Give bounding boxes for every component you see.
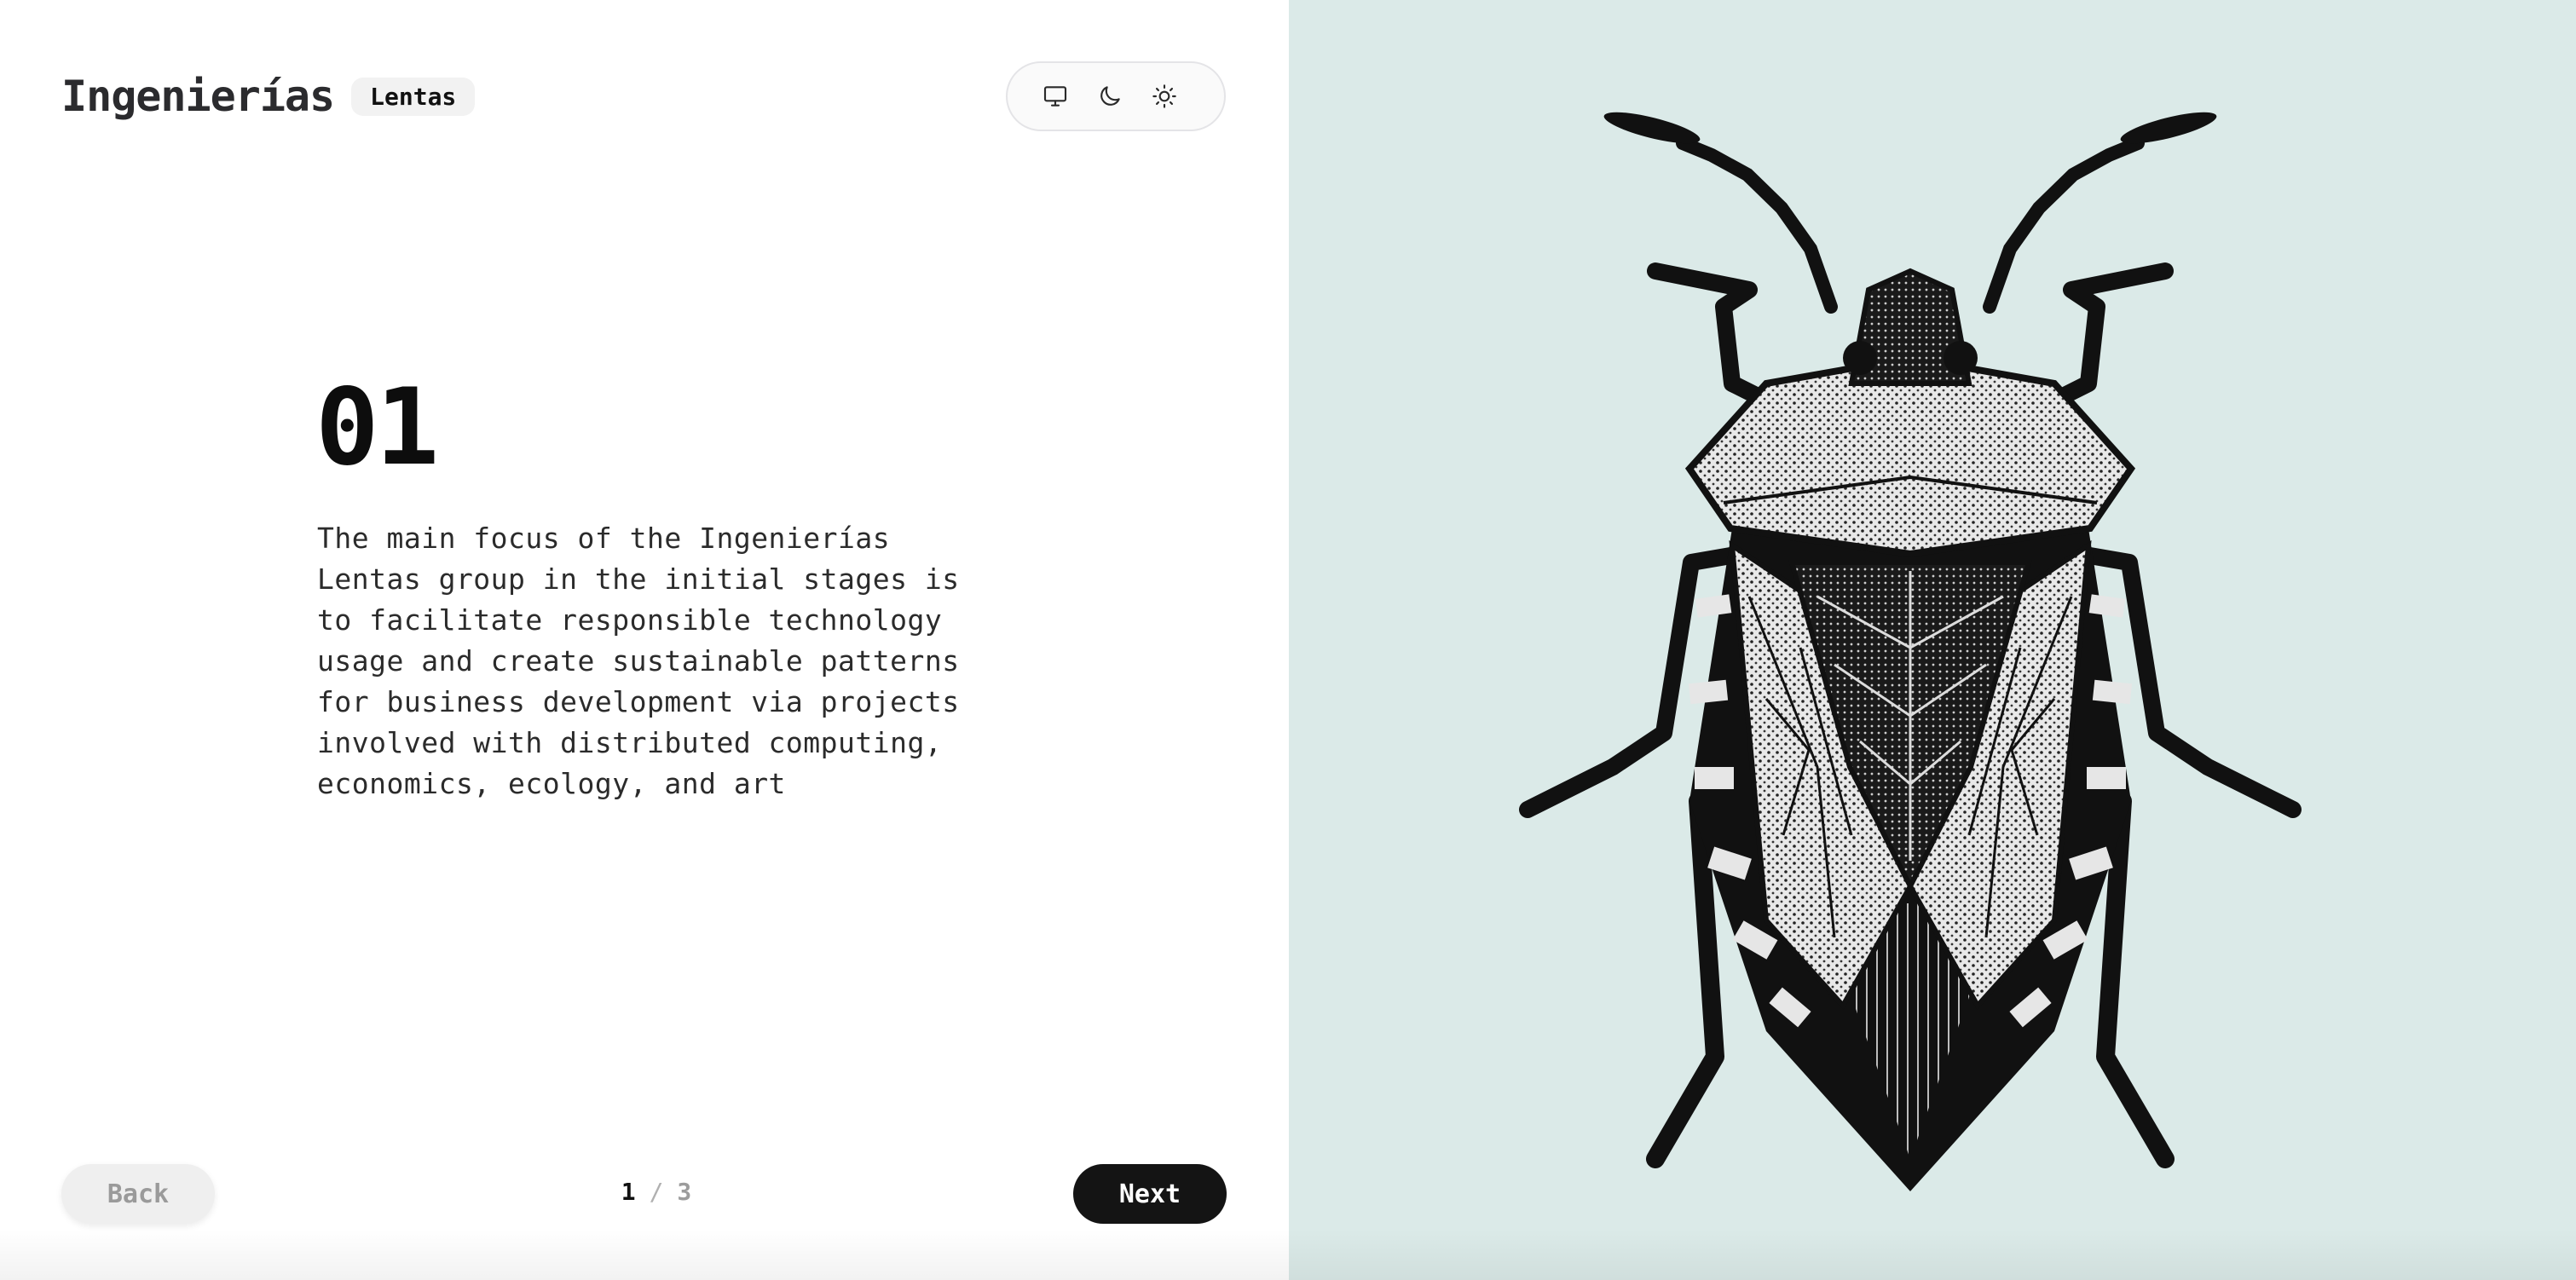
stink-bug-illustration [1519, 112, 2302, 1191]
bottom-shade [0, 1229, 1289, 1280]
sun-icon [1151, 83, 1178, 110]
theme-light-button[interactable] [1147, 79, 1181, 113]
page: Ingenierías Lentas 01 The main focus of … [0, 0, 2576, 1280]
current-page: 1 [621, 1178, 636, 1206]
theme-system-button[interactable] [1038, 79, 1072, 113]
page-indicator: 1 / 3 [597, 1178, 716, 1206]
next-button[interactable]: Next [1073, 1164, 1227, 1224]
bottom-shade-right [1289, 1229, 2576, 1280]
brand-tag: Lentas [351, 77, 476, 116]
brand-name: Ingenierías [61, 72, 335, 121]
illustration-panel [1289, 0, 2576, 1280]
monitor-icon [1042, 83, 1069, 110]
content-panel: Ingenierías Lentas 01 The main focus of … [0, 0, 1289, 1280]
page-separator: / [649, 1178, 664, 1206]
slide-number: 01 [315, 366, 439, 489]
moon-icon [1096, 83, 1123, 110]
brand: Ingenierías Lentas [61, 72, 476, 121]
total-pages: 3 [677, 1178, 692, 1206]
slide-description: The main focus of the Ingenierías Lentas… [317, 522, 960, 800]
theme-switcher [1006, 61, 1226, 131]
back-button[interactable]: Back [61, 1164, 215, 1224]
theme-dark-button[interactable] [1093, 79, 1127, 113]
